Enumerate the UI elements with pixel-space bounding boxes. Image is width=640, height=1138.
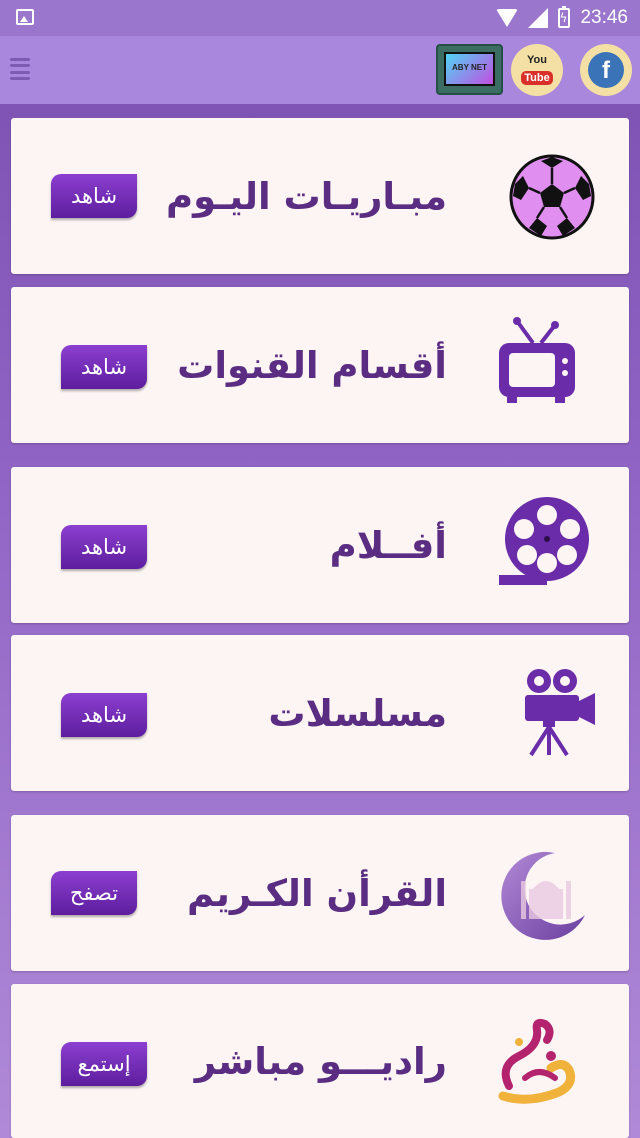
- image-notification-icon: [16, 9, 34, 25]
- radio-card[interactable]: راديـــو مباشر إستمع: [11, 984, 629, 1138]
- series-watch-button[interactable]: شاهد: [61, 693, 147, 737]
- facebook-button[interactable]: f: [580, 44, 632, 96]
- tv-logo-button[interactable]: ABY NET: [436, 44, 503, 95]
- movies-card[interactable]: أفــلام شاهد: [11, 467, 629, 623]
- radio-calligraphy-icon: [498, 1018, 576, 1104]
- tv-icon: [499, 317, 575, 403]
- movies-title: أفــلام: [329, 523, 447, 567]
- crescent-mosque-icon: [501, 851, 585, 940]
- battery-charging-icon: [558, 6, 571, 28]
- quran-card[interactable]: القرأن الكـريم تصفح: [11, 815, 629, 971]
- menu-icon[interactable]: [10, 58, 30, 80]
- soccer-ball-icon: [509, 154, 595, 240]
- series-card[interactable]: مسلسلات شاهد: [11, 635, 629, 791]
- status-time: 23:46: [580, 7, 628, 28]
- facebook-icon: f: [588, 52, 624, 88]
- channels-watch-button[interactable]: شاهد: [61, 345, 147, 389]
- series-title: مسلسلات: [268, 691, 447, 735]
- status-bar: 23:46: [0, 0, 640, 36]
- matches-title: مبـاريـات اليـوم: [166, 174, 447, 218]
- radio-listen-button[interactable]: إستمع: [61, 1042, 147, 1086]
- quran-title: القرأن الكـريم: [186, 871, 447, 915]
- video-camera-icon: [525, 669, 595, 757]
- movies-watch-button[interactable]: شاهد: [61, 525, 147, 569]
- signal-icon: [528, 8, 549, 28]
- film-reel-icon: [499, 497, 589, 585]
- youtube-icon: You Tube: [519, 54, 555, 86]
- channels-title: أقسام القنوات: [177, 343, 447, 387]
- channels-card[interactable]: أقسام القنوات شاهد: [11, 287, 629, 443]
- matches-card[interactable]: مبـاريـات اليـوم شاهد: [11, 118, 629, 274]
- wifi-icon: [496, 9, 519, 27]
- app-bar: f You Tube: [0, 36, 640, 104]
- matches-watch-button[interactable]: شاهد: [51, 174, 137, 218]
- tv-logo-icon: ABY NET: [444, 52, 495, 86]
- radio-title: راديـــو مباشر: [194, 1039, 447, 1083]
- quran-browse-button[interactable]: تصفح: [51, 871, 137, 915]
- youtube-button[interactable]: You Tube: [511, 44, 563, 96]
